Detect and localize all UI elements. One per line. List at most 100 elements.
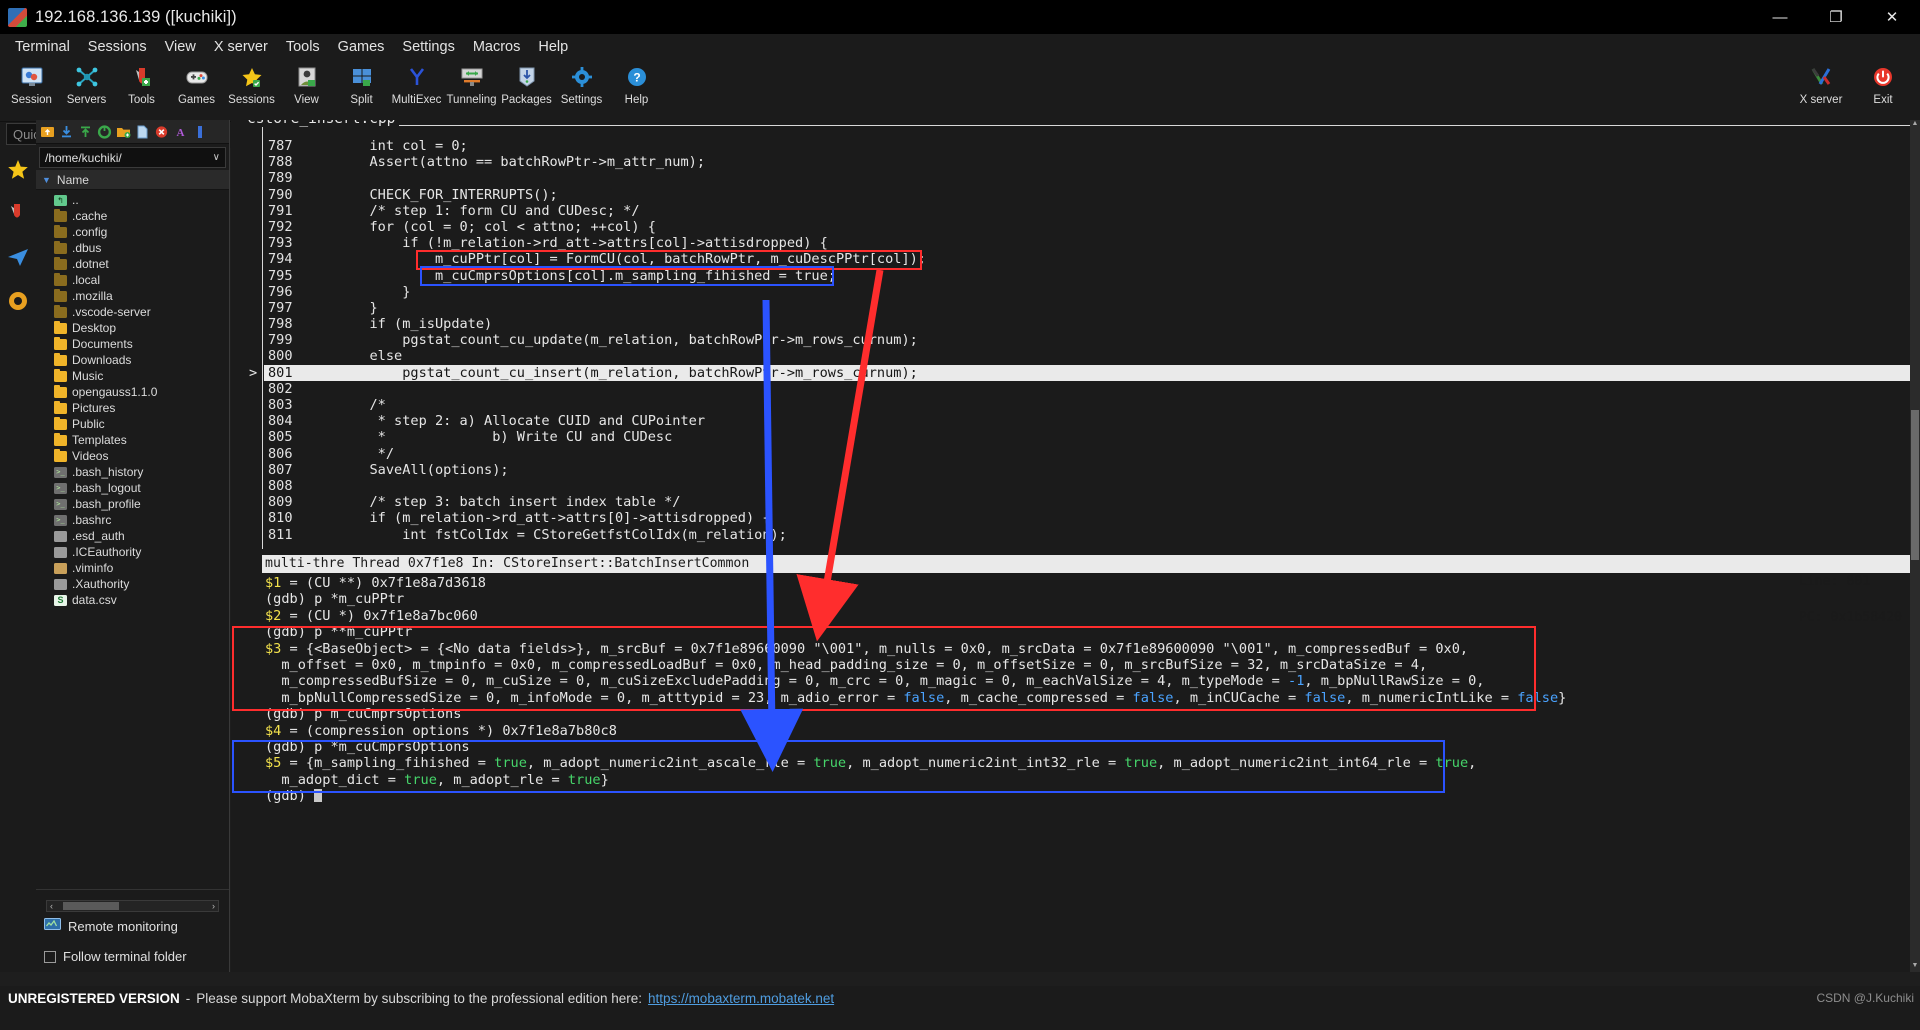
- list-item[interactable]: .local: [36, 272, 229, 288]
- menu-x-server[interactable]: X server: [205, 36, 277, 58]
- list-item[interactable]: Desktop: [36, 320, 229, 336]
- macros-icon[interactable]: [3, 198, 33, 228]
- close-button[interactable]: ✕: [1864, 0, 1920, 34]
- list-item[interactable]: Templates: [36, 432, 229, 448]
- ribbon-session[interactable]: Session: [4, 60, 59, 106]
- line-code: m_cuPPtr[col] = FormCU(col, batchRowPtr,…: [304, 251, 926, 268]
- menu-sessions[interactable]: Sessions: [79, 36, 156, 58]
- list-item[interactable]: Sdata.csv: [36, 592, 229, 608]
- list-item[interactable]: .esd_auth: [36, 528, 229, 544]
- ribbon-multiexec[interactable]: MultiExec: [389, 60, 444, 106]
- menu-macros[interactable]: Macros: [464, 36, 530, 58]
- scroll-down-arrow-icon[interactable]: ▼: [1910, 962, 1920, 972]
- ribbon-sessions[interactable]: Sessions: [224, 60, 279, 106]
- gdb-command-pane[interactable]: $1 = (CU **) 0x7f1e8a7d3618 (gdb) p *m_c…: [262, 575, 1910, 972]
- games-icon: [185, 63, 209, 91]
- ribbon-games[interactable]: Games: [169, 60, 224, 106]
- ribbon-servers[interactable]: Servers: [59, 60, 114, 106]
- maximize-button[interactable]: ❐: [1808, 0, 1864, 34]
- sftp-send-icon[interactable]: [3, 242, 33, 272]
- menu-settings[interactable]: Settings: [393, 36, 463, 58]
- sftp-path-input[interactable]: /home/kuchiki/ ∨: [39, 147, 226, 168]
- shell-file-icon: >_: [54, 466, 67, 478]
- sftp-column-header[interactable]: ▼ Name: [36, 170, 229, 190]
- session-dot-icon[interactable]: [3, 286, 33, 316]
- scroll-up-arrow-icon[interactable]: ▲: [1910, 120, 1920, 130]
- gdb-prompt-line: (gdb) p **m_cuPPtr: [265, 624, 413, 641]
- ribbon-exit[interactable]: Exit: [1852, 60, 1914, 106]
- file-name: data.csv: [72, 593, 117, 607]
- menu-tools[interactable]: Tools: [277, 36, 329, 58]
- line-code: if (m_relation->rd_att->attrs[0]->attisd…: [304, 510, 771, 527]
- follow-terminal-folder-checkbox[interactable]: [44, 950, 56, 963]
- list-item[interactable]: Documents: [36, 336, 229, 352]
- list-item[interactable]: >_ .bash_history: [36, 464, 229, 480]
- ribbon-multiexec-label: MultiExec: [391, 94, 442, 106]
- terminal-pane[interactable]: cstore_insert.cpp 787 int col = 0; 788 A…: [231, 120, 1910, 972]
- favorites-star-icon[interactable]: [3, 154, 33, 184]
- refresh-icon[interactable]: [96, 123, 113, 140]
- gdb-prompt-line: (gdb) p m_cuCmprsOptions: [265, 706, 462, 723]
- ribbon-tools[interactable]: Tools: [114, 60, 169, 106]
- scroll-left-arrow-icon[interactable]: ‹: [47, 901, 56, 911]
- list-item[interactable]: .cache: [36, 208, 229, 224]
- list-item[interactable]: .viminfo: [36, 560, 229, 576]
- ribbon-tunneling[interactable]: Tunneling: [444, 60, 499, 106]
- minimize-button[interactable]: —: [1752, 0, 1808, 34]
- list-item[interactable]: .mozilla: [36, 288, 229, 304]
- new-folder-icon[interactable]: [115, 123, 132, 140]
- list-item[interactable]: Public: [36, 416, 229, 432]
- list-item[interactable]: ↰..: [36, 192, 229, 208]
- ribbon-help[interactable]: ? Help: [609, 60, 664, 106]
- session-icon: [20, 63, 44, 91]
- sftp-file-list[interactable]: ↰.. .cache .config .dbus .dotnet .local …: [36, 190, 229, 889]
- text-mode-icon[interactable]: A: [172, 123, 189, 140]
- list-item[interactable]: >_ .bash_logout: [36, 480, 229, 496]
- list-item[interactable]: .vscode-server: [36, 304, 229, 320]
- scrollbar-thumb[interactable]: [1911, 410, 1919, 560]
- gdb-prompt-current[interactable]: (gdb): [262, 788, 1910, 804]
- scrollbar-thumb[interactable]: [63, 902, 119, 910]
- list-item[interactable]: Music: [36, 368, 229, 384]
- ribbon-view[interactable]: View: [279, 60, 334, 106]
- list-item[interactable]: Downloads: [36, 352, 229, 368]
- up-folder-icon[interactable]: [39, 123, 56, 140]
- more-options-icon[interactable]: [191, 123, 208, 140]
- line-code: pgstat_count_cu_insert(m_relation, batch…: [304, 364, 918, 381]
- list-item[interactable]: opengauss1.1.0: [36, 384, 229, 400]
- list-item[interactable]: Pictures: [36, 400, 229, 416]
- ribbon-x-server[interactable]: X server: [1790, 60, 1852, 106]
- upload-icon[interactable]: [77, 123, 94, 140]
- list-item[interactable]: .ICEauthority: [36, 544, 229, 560]
- list-item[interactable]: >_ .bash_profile: [36, 496, 229, 512]
- list-item[interactable]: .Xauthority: [36, 576, 229, 592]
- list-item[interactable]: .config: [36, 224, 229, 240]
- tunneling-icon: [460, 63, 484, 91]
- menu-games[interactable]: Games: [329, 36, 394, 58]
- list-item[interactable]: .dbus: [36, 240, 229, 256]
- list-item[interactable]: Videos: [36, 448, 229, 464]
- chevron-down-icon[interactable]: ∨: [213, 152, 220, 163]
- ribbon-settings[interactable]: Settings: [554, 60, 609, 106]
- ribbon-packages[interactable]: Packages: [499, 60, 554, 106]
- list-item[interactable]: >_ .bashrc: [36, 512, 229, 528]
- source-line: 787 int col = 0;: [264, 138, 1910, 154]
- gdb-output-2: $2 = (CU *) 0x7f1e8a7bc060: [265, 607, 478, 624]
- download-icon[interactable]: [58, 123, 75, 140]
- ribbon-split[interactable]: Split: [334, 60, 389, 106]
- new-file-icon[interactable]: [134, 123, 151, 140]
- terminal-vertical-scrollbar[interactable]: ▲ ▼: [1910, 120, 1920, 972]
- remote-monitoring-button[interactable]: Remote monitoring: [42, 914, 223, 939]
- sftp-horizontal-scrollbar[interactable]: ‹ ›: [46, 900, 219, 912]
- delete-icon[interactable]: [153, 123, 170, 140]
- follow-terminal-folder-row[interactable]: Follow terminal folder: [42, 945, 223, 968]
- source-line: 797 }: [264, 300, 1910, 316]
- menu-terminal[interactable]: Terminal: [6, 36, 79, 58]
- scroll-right-arrow-icon[interactable]: ›: [209, 901, 218, 911]
- menu-view[interactable]: View: [156, 36, 205, 58]
- x-server-icon: [1809, 63, 1833, 91]
- source-line: 792 for (col = 0; col < attno; ++col) {: [264, 219, 1910, 235]
- menu-help[interactable]: Help: [529, 36, 577, 58]
- mobaxterm-website-link[interactable]: https://mobaxterm.mobatek.net: [648, 991, 834, 1006]
- list-item[interactable]: .dotnet: [36, 256, 229, 272]
